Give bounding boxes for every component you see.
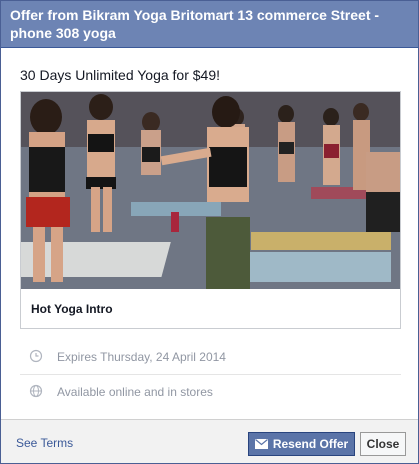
yoga-class-photo <box>21 92 400 289</box>
envelope-icon <box>254 439 268 449</box>
dialog-body: 30 Days Unlimited Yoga for $49! Hot Yoga… <box>1 49 418 419</box>
availability-text: Available online and in stores <box>57 385 213 399</box>
offer-photo <box>21 92 400 289</box>
offer-card[interactable]: Hot Yoga Intro <box>20 91 401 329</box>
offer-dialog: Offer from Bikram Yoga Britomart 13 comm… <box>0 0 419 464</box>
expires-text: Expires Thursday, 24 April 2014 <box>57 350 226 364</box>
dialog-footer: See Terms Resend Offer Close <box>1 419 418 463</box>
availability-row: Available online and in stores <box>20 374 401 409</box>
dialog-header: Offer from Bikram Yoga Britomart 13 comm… <box>1 1 418 48</box>
resend-offer-button[interactable]: Resend Offer <box>248 432 355 456</box>
expires-row: Expires Thursday, 24 April 2014 <box>20 339 401 374</box>
offer-card-title: Hot Yoga Intro <box>31 302 113 316</box>
globe-icon <box>29 384 43 398</box>
dialog-title: Offer from Bikram Yoga Britomart 13 comm… <box>10 7 380 41</box>
clock-icon <box>29 349 43 363</box>
close-button[interactable]: Close <box>360 432 406 456</box>
offer-headline: 30 Days Unlimited Yoga for $49! <box>20 67 221 83</box>
see-terms-link[interactable]: See Terms <box>16 436 73 450</box>
resend-offer-label: Resend Offer <box>272 437 349 451</box>
